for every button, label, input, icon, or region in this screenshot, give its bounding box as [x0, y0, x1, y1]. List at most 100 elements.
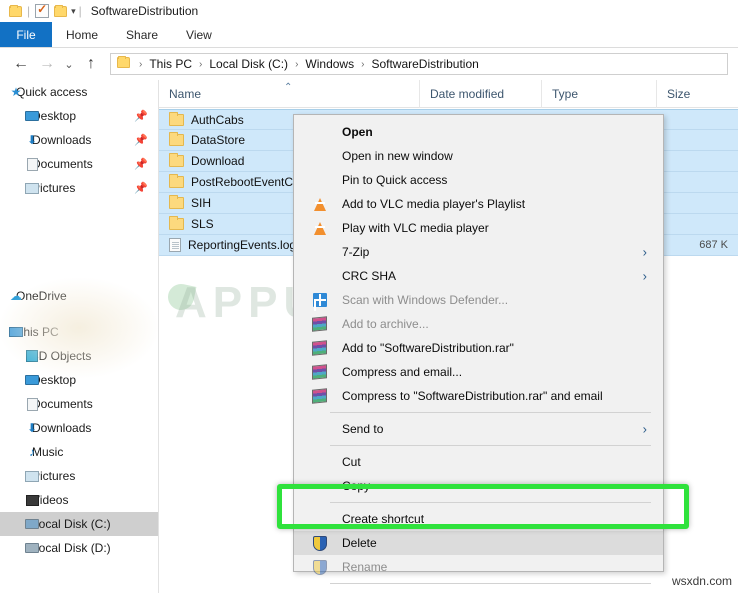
sidebar-item-downloads[interactable]: ⬇ Downloads [0, 416, 158, 440]
sidebar-label-quick-access: Quick access [16, 85, 88, 99]
sidebar-item-3d-objects[interactable]: 3D Objects [0, 344, 158, 368]
menu-item-scan-with-windows-defender[interactable]: Scan with Windows Defender... [294, 288, 663, 312]
menu-item-open[interactable]: Open [294, 120, 663, 144]
sidebar-item-quick-access[interactable]: ★ Quick access [0, 80, 158, 104]
crumb-sep-1: › [199, 58, 203, 70]
sidebar-item-documents-qa[interactable]: Documents 📌 [0, 152, 158, 176]
picture-icon [24, 468, 40, 484]
menu-item-compress-and-email[interactable]: Compress and email... [294, 360, 663, 384]
sidebar-label-downloads-qa: Downloads [32, 133, 92, 147]
sidebar-item-desktop[interactable]: Desktop [0, 368, 158, 392]
menu-separator [330, 502, 651, 503]
recent-locations-button[interactable]: ⌄ [60, 51, 78, 77]
sidebar-label-documents-qa: Documents [32, 157, 93, 171]
ribbon-tabs: File Home Share View [0, 22, 738, 48]
breadcrumb-this-pc[interactable]: This PC [149, 57, 192, 71]
menu-item-copy[interactable]: Copy [294, 474, 663, 498]
column-header-date-modified[interactable]: Date modified [419, 79, 541, 108]
menu-item-delete[interactable]: Delete [294, 531, 663, 555]
menu-label-add-to-archive: Add to archive... [342, 317, 429, 331]
column-header-name[interactable]: Name ⌃ [159, 80, 419, 108]
sidebar-item-local-disk-c[interactable]: Local Disk (C:) [0, 512, 158, 536]
winrar-icon [311, 316, 328, 332]
pin-icon[interactable]: 📌 [134, 110, 148, 123]
sidebar-item-pictures-qa[interactable]: Pictures 📌 [0, 176, 158, 200]
sidebar-item-downloads-qa[interactable]: ⬇ Downloads 📌 [0, 128, 158, 152]
menu-label-crc-sha: CRC SHA [342, 269, 397, 283]
sidebar-item-onedrive[interactable]: ☁ OneDrive [0, 284, 158, 308]
qat-new-folder-icon[interactable] [51, 3, 69, 19]
column-headers: Name ⌃ Date modified Type Size [159, 79, 738, 108]
column-header-type[interactable]: Type [541, 79, 656, 108]
menu-item-pin-to-quick-access[interactable]: Pin to Quick access [294, 168, 663, 192]
menu-label-send-to: Send to [342, 422, 384, 436]
menu-label-delete: Delete [342, 536, 377, 550]
up-button[interactable]: ↑ [78, 51, 104, 77]
chevron-right-icon: › [642, 421, 647, 437]
menu-item-properties[interactable]: Properties [294, 588, 663, 593]
menu-label-add-to-vlc-playlist: Add to VLC media player's Playlist [342, 197, 526, 211]
breadcrumb-windows[interactable]: Windows [305, 57, 354, 71]
sidebar-item-pictures[interactable]: Pictures [0, 464, 158, 488]
monitor-icon [24, 108, 40, 124]
tab-home[interactable]: Home [52, 22, 112, 47]
qat-divider-2: | [78, 4, 82, 18]
cube-icon [24, 348, 40, 364]
menu-label-compress-to-rar-and-email: Compress to "SoftwareDistribution.rar" a… [342, 389, 603, 403]
menu-item-send-to[interactable]: Send to › [294, 417, 663, 441]
column-label-name: Name [169, 86, 202, 101]
menu-item-add-to-rar[interactable]: Add to "SoftwareDistribution.rar" [294, 336, 663, 360]
sidebar-item-desktop-qa[interactable]: Desktop 📌 [0, 104, 158, 128]
music-note-icon: ♪ [29, 445, 35, 459]
tab-file[interactable]: File [0, 22, 52, 47]
vlc-cone-icon [311, 196, 328, 212]
sort-ascending-icon: ⌃ [284, 81, 293, 93]
window-title: SoftwareDistribution [90, 4, 199, 18]
menu-item-add-to-archive[interactable]: Add to archive... [294, 312, 663, 336]
sidebar-item-videos[interactable]: Videos [0, 488, 158, 512]
menu-item-7zip[interactable]: 7-Zip › [294, 240, 663, 264]
qat-folder-icon[interactable] [6, 3, 24, 19]
qat-customize-caret-icon[interactable]: ▾ [71, 6, 76, 17]
menu-item-play-with-vlc[interactable]: Play with VLC media player [294, 216, 663, 240]
breadcrumb-local-disk-c[interactable]: Local Disk (C:) [209, 57, 288, 71]
video-icon [24, 492, 40, 508]
sidebar-label-downloads: Downloads [32, 421, 92, 435]
menu-item-add-to-vlc-playlist[interactable]: Add to VLC media player's Playlist [294, 192, 663, 216]
title-bar: | ▾ | SoftwareDistribution [0, 0, 738, 22]
forward-button[interactable]: → [34, 51, 60, 77]
menu-item-open-in-new-window[interactable]: Open in new window [294, 144, 663, 168]
vlc-cone-icon [311, 220, 328, 236]
file-size: 687 K [699, 239, 728, 251]
back-button[interactable]: ← [8, 51, 34, 77]
column-header-size[interactable]: Size [656, 79, 738, 108]
pin-icon[interactable]: 📌 [134, 134, 148, 147]
pin-icon[interactable]: 📌 [134, 158, 148, 171]
sidebar-item-documents[interactable]: Documents [0, 392, 158, 416]
sidebar-item-local-disk-d[interactable]: Local Disk (D:) [0, 536, 158, 560]
sidebar-item-music[interactable]: ♪ Music [0, 440, 158, 464]
monitor-icon [24, 372, 40, 388]
sidebar-label-local-disk-c: Local Disk (C:) [32, 517, 111, 531]
file-name: Download [191, 154, 245, 168]
breadcrumb-softwaredistribution[interactable]: SoftwareDistribution [371, 57, 478, 71]
qat-properties-icon[interactable] [33, 2, 51, 19]
tab-view[interactable]: View [172, 22, 226, 47]
download-icon: ⬇ [26, 133, 38, 147]
pin-icon[interactable]: 📌 [134, 182, 148, 195]
menu-item-rename[interactable]: Rename [294, 555, 663, 579]
qat-divider-1: | [27, 4, 31, 18]
tab-share[interactable]: Share [112, 22, 172, 47]
uac-shield-icon [311, 559, 328, 575]
chevron-right-icon: › [642, 268, 647, 284]
menu-item-crc-sha[interactable]: CRC SHA › [294, 264, 663, 288]
menu-label-rename: Rename [342, 560, 388, 574]
breadcrumb[interactable]: › This PC › Local Disk (C:) › Windows › … [110, 53, 728, 75]
windows-defender-icon [311, 292, 328, 308]
menu-item-create-shortcut[interactable]: Create shortcut [294, 507, 663, 531]
menu-label-7zip: 7-Zip [342, 245, 370, 259]
log-file-icon [169, 238, 181, 252]
menu-item-compress-to-rar-and-email[interactable]: Compress to "SoftwareDistribution.rar" a… [294, 384, 663, 408]
sidebar-item-this-pc[interactable]: This PC [0, 320, 158, 344]
menu-item-cut[interactable]: Cut [294, 450, 663, 474]
